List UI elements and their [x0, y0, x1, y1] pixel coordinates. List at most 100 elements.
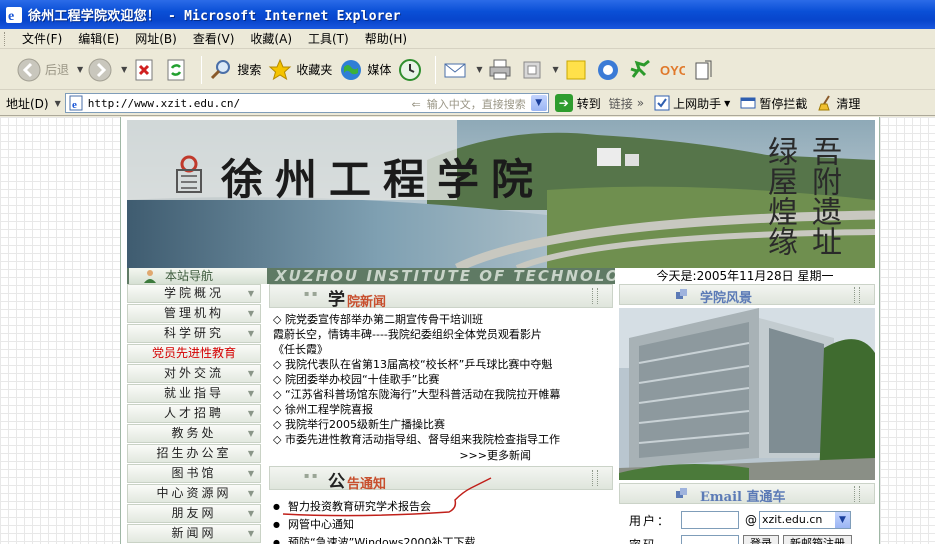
qq-button[interactable]: OYO	[659, 57, 685, 83]
messenger-button[interactable]	[595, 57, 621, 83]
menu-tools[interactable]: 工具(T)	[300, 30, 357, 47]
campus-scenery-photo[interactable]	[619, 308, 875, 480]
mail-dropdown-icon[interactable]: ▼	[476, 65, 482, 74]
notice-header-big-char: 公	[328, 472, 345, 492]
news-item[interactable]: ◇ 徐州工程学院喜报	[273, 402, 613, 417]
online-helper-button[interactable]: 上网助手 ▼	[654, 95, 730, 112]
nav-item-resource-center[interactable]: 中心资源网 ▼	[127, 484, 261, 503]
email-title: Email 直通车	[700, 490, 786, 505]
nav-item-exchange[interactable]: 对外交流 ▼	[127, 364, 261, 383]
nav-item-library[interactable]: 图书馆 ▼	[127, 464, 261, 483]
forward-button[interactable]	[87, 57, 113, 83]
email-domain-select[interactable]: xzit.edu.cn ▼	[759, 511, 851, 529]
grip-icon	[854, 287, 860, 303]
double-chevron-icon: ▼	[247, 529, 254, 538]
notice-item[interactable]: ● 网管中心通知	[273, 516, 613, 534]
dots-icon: ▪ ▪	[304, 289, 318, 298]
site-nav-title: 本站导航	[129, 268, 267, 284]
mail-button[interactable]	[442, 57, 468, 83]
note-icon	[566, 60, 586, 79]
media-button[interactable]: 媒体	[338, 57, 391, 83]
refresh-button[interactable]	[163, 57, 189, 83]
research-button[interactable]	[691, 57, 717, 83]
runner-button[interactable]	[627, 57, 653, 83]
nav-item-label: 人才招聘	[163, 406, 224, 420]
menu-edit[interactable]: 编辑(E)	[70, 30, 127, 47]
popup-block-button[interactable]: 暂停拦截	[740, 95, 807, 112]
address-dropdown-icon[interactable]: ▼	[530, 95, 547, 111]
print-button[interactable]	[487, 57, 513, 83]
news-item[interactable]: ◇ 我院代表队在省第13届高校“校长杯”乒乓球比赛中夺魁	[273, 357, 613, 372]
web-page: 徐州工程学院 吾附遗址绿屋煌缘 本站导航 XUZHOU INSTITUTE OF…	[120, 117, 880, 544]
nav-strip: 本站导航 XUZHOU INSTITUTE OF TECHNOLOGY 今天是:…	[127, 267, 875, 285]
forward-dropdown-icon[interactable]: ▼	[121, 65, 127, 74]
email-user-input[interactable]	[681, 511, 739, 529]
menu-help[interactable]: 帮助(H)	[357, 30, 415, 47]
bullet-icon: ●	[273, 502, 280, 511]
menu-view[interactable]: 查看(V)	[185, 30, 243, 47]
back-dropdown-icon[interactable]: ▼	[77, 65, 83, 74]
nav-item-employment[interactable]: 就业指导 ▼	[127, 384, 261, 403]
address-input[interactable]: e http://www.xzit.edu.cn/ ⇐ 输入中文，直接搜索 ▼	[64, 93, 549, 113]
news-item[interactable]: ◇ 院团委举办校园“十佳歌手”比赛	[273, 372, 613, 387]
square-icon	[676, 488, 687, 498]
nav-item-academic-affairs[interactable]: 教务处 ▼	[127, 424, 261, 443]
double-chevron-icon: ▼	[247, 329, 254, 338]
nav-item-label: 教务处	[171, 426, 217, 440]
nav-item-label: 图书馆	[171, 466, 217, 480]
ie-logo-icon: e	[6, 6, 22, 23]
go-button[interactable]: ➔ 转到	[554, 94, 601, 112]
note-button[interactable]	[563, 57, 589, 83]
english-school-name: XUZHOU INSTITUTE OF TECHNOLOGY	[275, 267, 648, 285]
nav-item-friends[interactable]: 朋友网 ▼	[127, 504, 261, 523]
links-button[interactable]: 链接 »	[609, 95, 644, 112]
address-label-dropdown-icon[interactable]: ▼	[55, 99, 61, 108]
email-password-input[interactable]	[681, 535, 739, 544]
edit-button[interactable]	[519, 57, 545, 83]
nav-item-admissions[interactable]: 招生办公室 ▼	[127, 444, 261, 463]
online-helper-label: 上网助手	[673, 96, 722, 111]
menu-favorites[interactable]: 收藏(A)	[242, 30, 300, 47]
nav-item-research[interactable]: 科学研究 ▼	[127, 324, 261, 343]
mail-icon	[444, 63, 466, 77]
search-button[interactable]: 搜索	[208, 57, 261, 83]
stop-button[interactable]	[131, 57, 157, 83]
left-navigation: 学院概况 ▼ 管理机构 ▼ 科学研究 ▼ 党员先进性教育 对外交流 ▼ 就业指导 ▼ 人才…	[127, 284, 261, 544]
news-item[interactable]: ◇ “江苏省科普场馆东陇海行”大型科普活动在我院拉开帷幕	[273, 387, 613, 402]
square-icon	[676, 289, 687, 299]
notice-item[interactable]: ● 预防“急速波”Windows2000补丁下载	[273, 534, 613, 544]
nav-item-party-education[interactable]: 党员先进性教育	[127, 344, 261, 363]
news-item[interactable]: ◇ 我院举行2005级新生广播操比赛	[273, 417, 613, 432]
news-item[interactable]: ◇ 市委先进性教育活动指导组、督导组来我院检查指导工作	[273, 432, 613, 447]
history-button[interactable]	[397, 57, 423, 83]
address-url: http://www.xzit.edu.cn/	[87, 96, 241, 110]
right-column: 学院风景 Email 直通车 用户： @ xzit.edu.cn ▼ 登录 新邮…	[619, 284, 875, 544]
favorites-button[interactable]: 收藏夹	[267, 57, 332, 83]
notice-item-text: 预防“急速波”Windows2000补丁下载	[287, 536, 476, 544]
nav-item-admin[interactable]: 管理机构 ▼	[127, 304, 261, 323]
more-news-link[interactable]: >>>更多新闻	[269, 447, 613, 464]
toolbar-separator	[435, 55, 437, 84]
news-item[interactable]: ◇ 院党委宣传部举办第二期宣传骨干培训班	[273, 312, 613, 327]
notice-item[interactable]: ● 智力投资教育研究学术报告会	[273, 498, 613, 516]
edit-dropdown-icon[interactable]: ▼	[553, 65, 559, 74]
svg-text:e: e	[72, 99, 77, 111]
login-button[interactable]: 登录	[743, 535, 779, 544]
nav-item-label: 中心资源网	[156, 486, 232, 500]
nav-item-overview[interactable]: 学院概况 ▼	[127, 284, 261, 303]
double-chevron-icon: ▼	[247, 489, 254, 498]
menu-file[interactable]: 文件(F)	[14, 30, 70, 47]
menu-url[interactable]: 网址(B)	[127, 30, 185, 47]
back-button[interactable]: 后退	[16, 57, 69, 83]
news-item[interactable]: 《任长霞》	[273, 342, 613, 357]
double-chevron-icon: ▼	[247, 369, 254, 378]
nav-item-recruitment[interactable]: 人才招聘 ▼	[127, 404, 261, 423]
stop-icon	[135, 59, 153, 80]
chevron-down-icon: ▼	[835, 512, 850, 528]
nav-item-news-site[interactable]: 新闻网 ▼	[127, 524, 261, 543]
news-item[interactable]: 霞蔚长空，情铸丰碑----我院纪委组织全体党员观看影片	[273, 327, 613, 342]
address-links-area: 链接 » 上网助手 ▼ 暂停拦截 清理	[609, 95, 871, 112]
hint-text: 输入中文，直接搜索	[426, 98, 526, 111]
register-button[interactable]: 新邮箱注册	[783, 535, 852, 544]
clean-button[interactable]: 清理	[817, 95, 860, 112]
